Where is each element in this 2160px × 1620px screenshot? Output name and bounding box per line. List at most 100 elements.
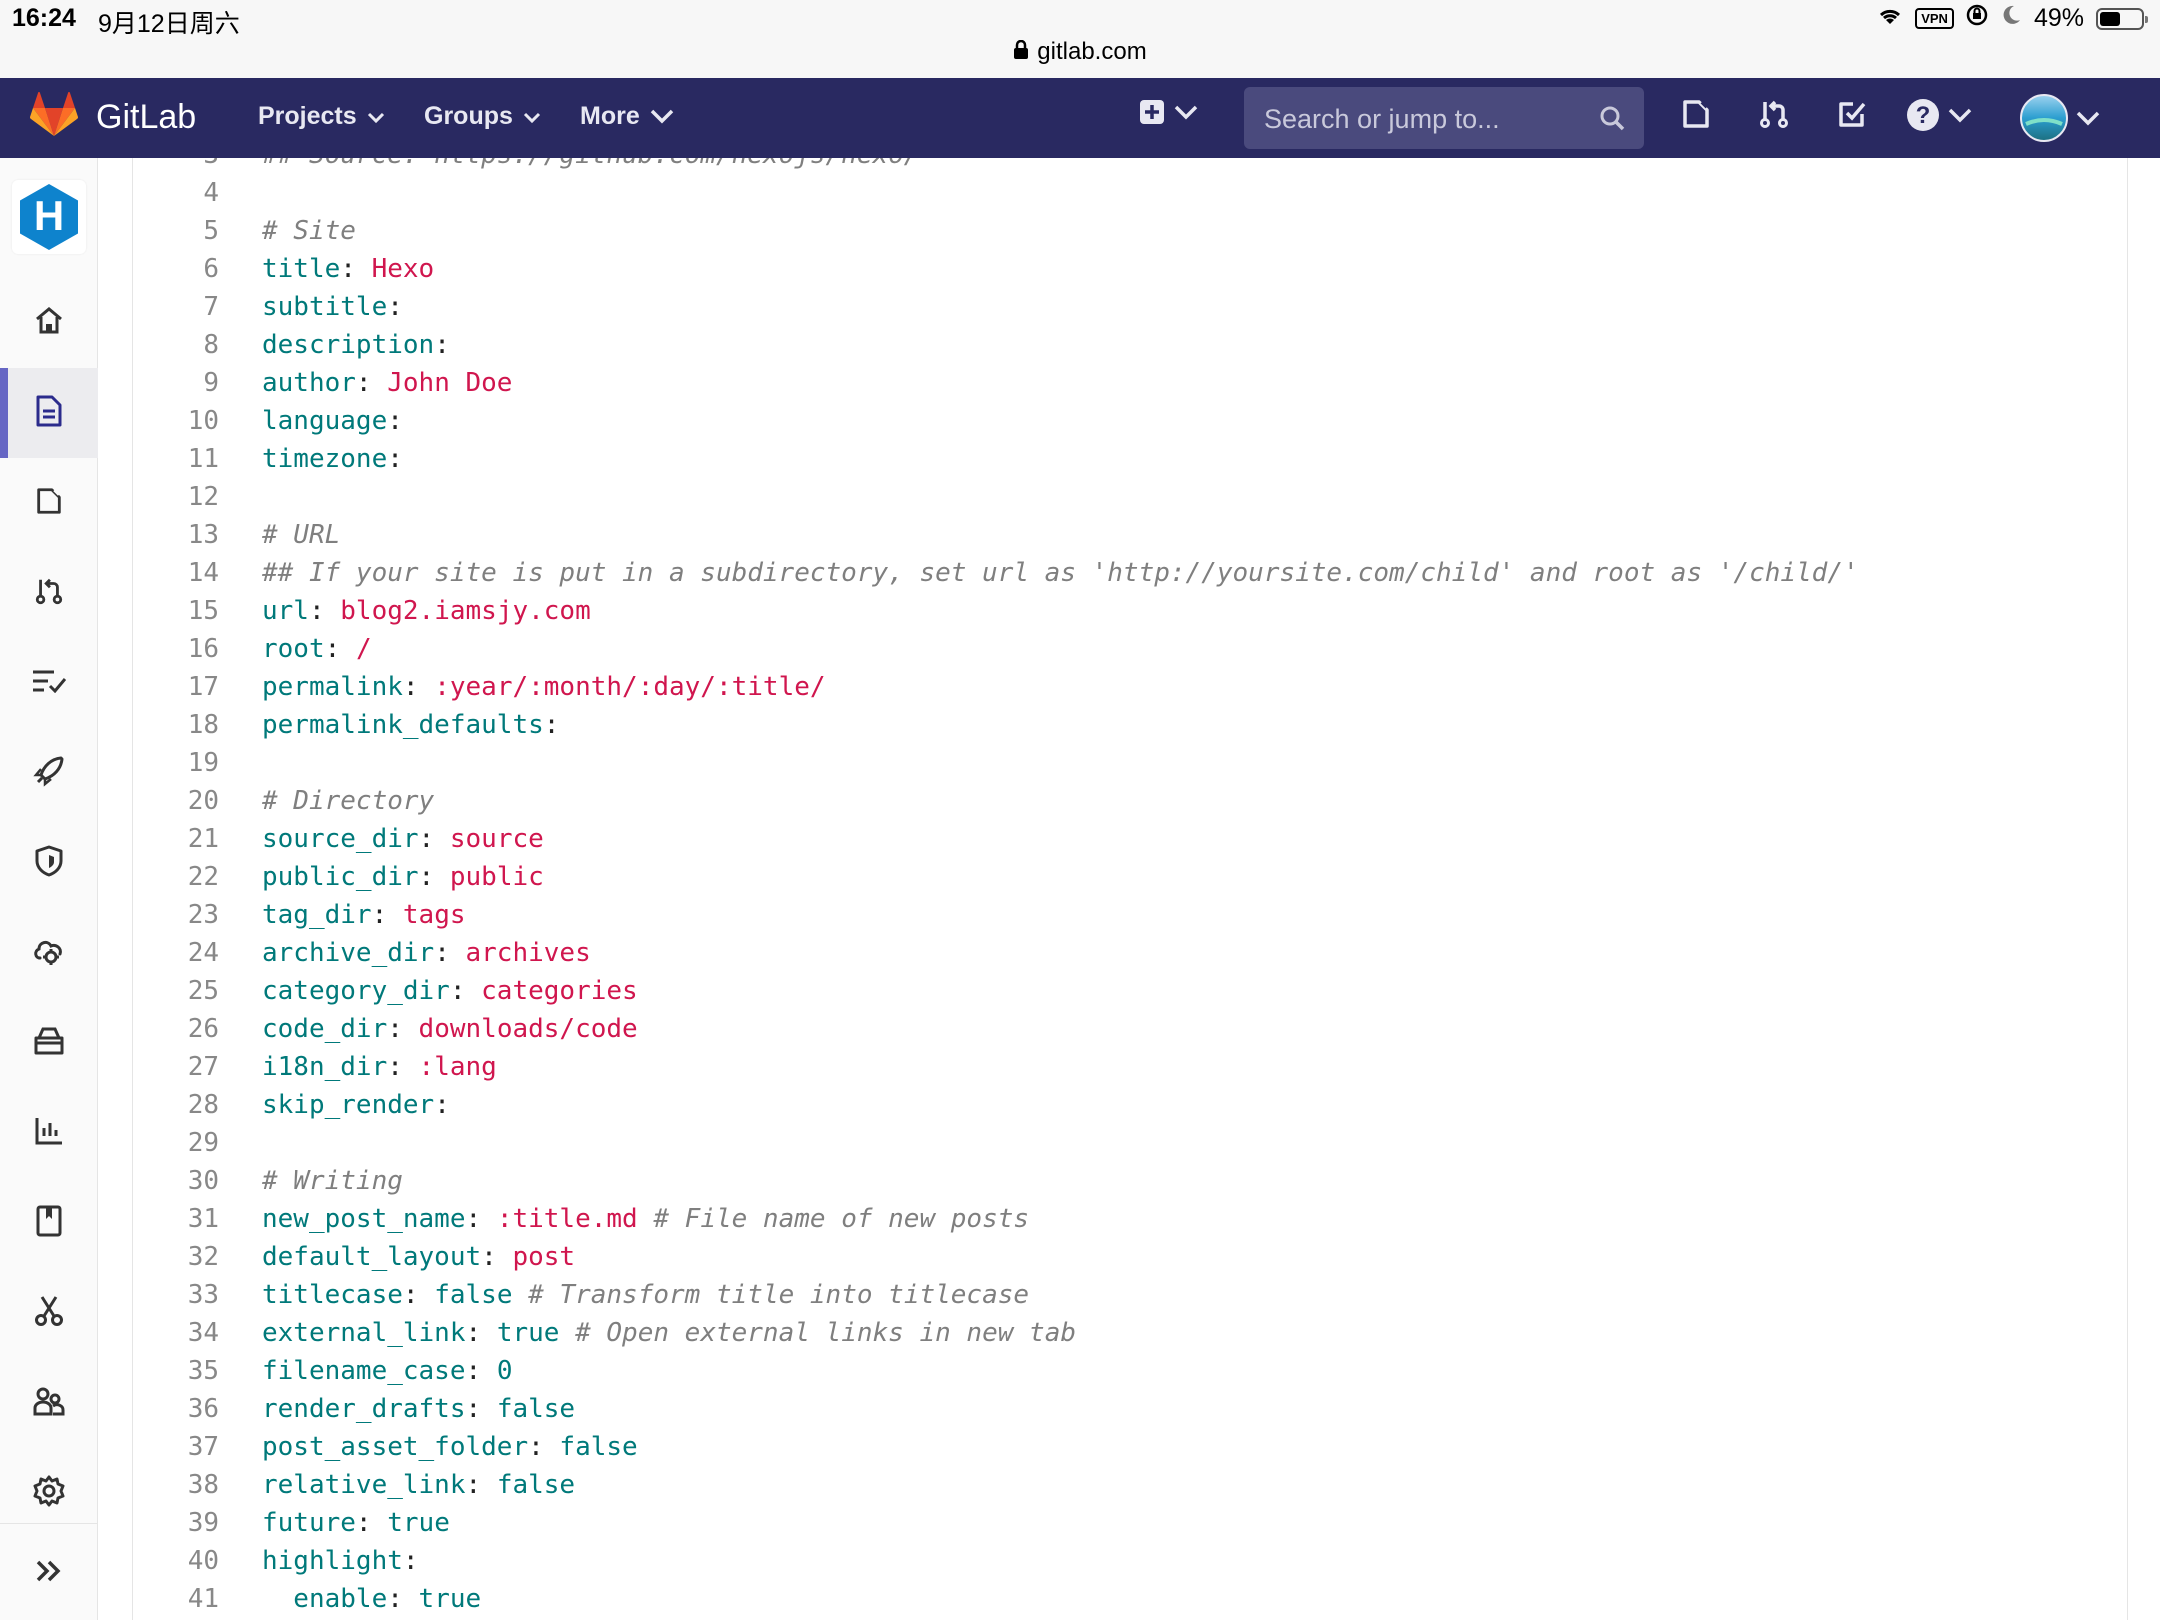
gitlab-home-link[interactable]: GitLab: [29, 92, 196, 143]
line-number[interactable]: 12: [133, 478, 219, 516]
line-number[interactable]: 32: [133, 1238, 219, 1276]
code-line: 22 public_dir: public: [133, 858, 2127, 896]
line-number[interactable]: 16: [133, 630, 219, 668]
sidebar-item-operations[interactable]: [0, 908, 98, 998]
code-token: :lang: [418, 1052, 497, 1082]
sidebar-item-analytics[interactable]: [0, 1088, 98, 1178]
more-menu[interactable]: More: [580, 102, 674, 131]
line-number[interactable]: 40: [133, 1542, 219, 1580]
line-number[interactable]: 7: [133, 288, 219, 326]
line-number[interactable]: 36: [133, 1390, 219, 1428]
sidebar-collapse-button[interactable]: [0, 1528, 98, 1618]
line-number[interactable]: 5: [133, 212, 219, 250]
more-menu-label: More: [580, 102, 640, 130]
code-content: default_layout: post: [262, 1238, 575, 1276]
todos-nav-button[interactable]: [1836, 98, 1868, 135]
code-line: 5 # Site: [133, 212, 2127, 250]
line-number[interactable]: 22: [133, 858, 219, 896]
code-token: blog2.iamsjy.com: [340, 596, 591, 626]
sidebar-item-project-overview[interactable]: [0, 278, 98, 368]
line-number[interactable]: 10: [133, 402, 219, 440]
project-avatar[interactable]: H: [12, 180, 86, 254]
line-number[interactable]: 4: [133, 174, 219, 212]
status-date: 9月12日周六: [98, 10, 240, 38]
sidebar-item-packages[interactable]: [0, 998, 98, 1088]
code-line: 16 root: /: [133, 630, 2127, 668]
code-token: :: [465, 1204, 497, 1234]
line-number[interactable]: 20: [133, 782, 219, 820]
code-token: Hexo: [371, 254, 435, 284]
line-number[interactable]: 14: [133, 554, 219, 592]
code-content: enable: true: [262, 1580, 481, 1618]
sidebar-item-issues[interactable]: [0, 458, 98, 548]
groups-menu[interactable]: Groups: [424, 102, 541, 131]
code-line: 27 i18n_dir: :lang: [133, 1048, 2127, 1086]
line-number[interactable]: 25: [133, 972, 219, 1010]
line-number[interactable]: 13: [133, 516, 219, 554]
code-token: archives: [465, 938, 591, 968]
line-number[interactable]: 8: [133, 326, 219, 364]
user-menu[interactable]: [2020, 94, 2100, 147]
code-token: true: [387, 1508, 450, 1538]
sidebar-item-requirements[interactable]: [0, 638, 98, 728]
line-number[interactable]: 35: [133, 1352, 219, 1390]
line-number[interactable]: 11: [133, 440, 219, 478]
address-bar[interactable]: gitlab.com: [0, 38, 2160, 67]
code-content: author: John Doe: [262, 364, 512, 402]
merge-requests-nav-button[interactable]: [1758, 98, 1790, 135]
code-token: :: [481, 1242, 513, 1272]
line-number[interactable]: 19: [133, 744, 219, 782]
code-content: relative_link: false: [262, 1466, 575, 1504]
analytics-icon: [34, 1116, 64, 1151]
line-number[interactable]: 21: [133, 820, 219, 858]
search-icon[interactable]: [1598, 104, 1626, 137]
line-number[interactable]: 9: [133, 364, 219, 402]
sidebar-item-repository[interactable]: [0, 368, 98, 458]
sidebar-item-merge-requests[interactable]: [0, 548, 98, 638]
issues-icon: [1680, 98, 1712, 135]
search-box[interactable]: [1244, 87, 1644, 151]
code-line: 37 post_asset_folder: false: [133, 1428, 2127, 1466]
line-number[interactable]: 6: [133, 250, 219, 288]
code-token: false: [496, 1394, 576, 1424]
code-token: language: [262, 406, 388, 436]
projects-menu[interactable]: Projects: [258, 102, 385, 131]
code-content: subtitle:: [262, 288, 403, 326]
line-number[interactable]: 33: [133, 1276, 219, 1314]
sidebar-item-members[interactable]: [0, 1358, 98, 1448]
line-number[interactable]: 27: [133, 1048, 219, 1086]
line-number[interactable]: 41: [133, 1580, 219, 1618]
line-number[interactable]: 30: [133, 1162, 219, 1200]
sidebar-item-settings[interactable]: [0, 1448, 98, 1538]
line-number[interactable]: 38: [133, 1466, 219, 1504]
line-number[interactable]: 29: [133, 1124, 219, 1162]
sidebar-item-security[interactable]: [0, 818, 98, 908]
issues-nav-button[interactable]: [1680, 98, 1712, 135]
url-text: gitlab.com: [1037, 38, 1147, 65]
line-number[interactable]: 34: [133, 1314, 219, 1352]
line-number[interactable]: 26: [133, 1010, 219, 1048]
line-number[interactable]: 31: [133, 1200, 219, 1238]
line-number[interactable]: 24: [133, 934, 219, 972]
line-number[interactable]: 39: [133, 1504, 219, 1542]
line-number[interactable]: 23: [133, 896, 219, 934]
code-content: language:: [262, 402, 403, 440]
lock-icon: [1013, 39, 1029, 67]
line-number[interactable]: 3: [133, 158, 219, 174]
sidebar-item-snippets[interactable]: [0, 1268, 98, 1358]
line-number[interactable]: 28: [133, 1086, 219, 1124]
code-token: :: [387, 1584, 419, 1614]
line-number[interactable]: 15: [133, 592, 219, 630]
sidebar-item-ci-cd[interactable]: [0, 728, 98, 818]
search-input[interactable]: [1262, 87, 1586, 151]
line-number[interactable]: 37: [133, 1428, 219, 1466]
chevron-down-icon: [1174, 104, 1198, 125]
sidebar-item-wiki[interactable]: [0, 1178, 98, 1268]
new-item-dropdown[interactable]: [1138, 98, 1198, 131]
code-token: # Open external links in new tab: [559, 1318, 1076, 1348]
line-number[interactable]: 18: [133, 706, 219, 744]
code-line: 33 titlecase: false # Transform title int…: [133, 1276, 2127, 1314]
code-token: :: [387, 292, 403, 322]
help-dropdown[interactable]: ?: [1906, 98, 1972, 137]
line-number[interactable]: 17: [133, 668, 219, 706]
